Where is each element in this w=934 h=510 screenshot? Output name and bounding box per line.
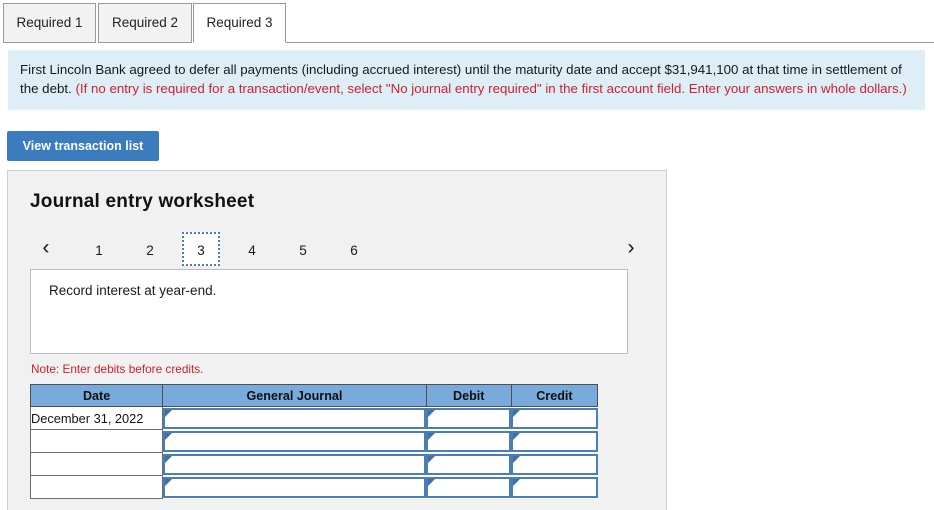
column-header-general-journal: General Journal xyxy=(162,384,427,407)
debits-before-credits-note: Note: Enter debits before credits. xyxy=(31,362,204,376)
tab-required-3[interactable]: Required 3 xyxy=(193,3,286,43)
credit-input-row-3[interactable] xyxy=(511,453,598,475)
account-select-row-2[interactable] xyxy=(163,430,427,452)
tab-required-1[interactable]: Required 1 xyxy=(3,3,96,43)
worksheet-page-1[interactable]: 1 xyxy=(80,232,118,266)
table-row xyxy=(29,452,598,476)
account-select-row-1[interactable] xyxy=(163,407,427,429)
instructions-text-warning: (If no entry is required for a transacti… xyxy=(75,81,907,96)
cell-debit-row-1[interactable] xyxy=(426,406,512,430)
cell-credit-row-2[interactable] xyxy=(511,429,598,453)
table-row xyxy=(29,475,598,499)
worksheet-page-2[interactable]: 2 xyxy=(131,232,169,266)
chevron-right-icon[interactable]: › xyxy=(618,232,644,266)
account-select-row-3[interactable] xyxy=(163,453,427,475)
view-transaction-list-button[interactable]: View transaction list xyxy=(7,131,159,161)
column-header-debit: Debit xyxy=(425,384,512,407)
cell-date-row-2[interactable] xyxy=(29,429,164,453)
table-row: December 31, 2022 xyxy=(29,406,598,430)
chevron-left-icon[interactable]: ‹ xyxy=(33,232,59,266)
cell-credit-row-3[interactable] xyxy=(511,452,598,476)
transaction-description-text: Record interest at year-end. xyxy=(49,283,217,298)
instructions-banner: First Lincoln Bank agreed to defer all p… xyxy=(8,50,925,110)
credit-input-row-1[interactable] xyxy=(511,407,598,429)
worksheet-page-4[interactable]: 4 xyxy=(233,232,271,266)
cell-debit-row-4[interactable] xyxy=(426,475,512,499)
cell-debit-row-3[interactable] xyxy=(426,452,512,476)
cell-credit-row-1[interactable] xyxy=(511,406,598,430)
tab-bar-underline xyxy=(286,42,934,43)
worksheet-page-6[interactable]: 6 xyxy=(335,232,373,266)
cell-general-journal-row-4[interactable] xyxy=(162,475,427,499)
account-select-row-4[interactable] xyxy=(163,476,427,498)
column-header-credit: Credit xyxy=(510,384,599,407)
transaction-description-box: Record interest at year-end. xyxy=(30,269,628,354)
debit-input-row-3[interactable] xyxy=(426,453,512,475)
worksheet-title: Journal entry worksheet xyxy=(30,191,255,212)
cell-date-row-4[interactable] xyxy=(29,475,164,499)
cell-debit-row-2[interactable] xyxy=(426,429,512,453)
cell-date-row-3[interactable] xyxy=(29,452,164,476)
journal-entry-table: Date General Journal Debit Credit Decemb… xyxy=(29,384,599,499)
credit-input-row-2[interactable] xyxy=(511,430,598,452)
worksheet-page-3[interactable]: 3 xyxy=(182,232,220,266)
cell-general-journal-row-1[interactable] xyxy=(162,406,427,430)
debit-input-row-2[interactable] xyxy=(426,430,512,452)
cell-date-row-1[interactable]: December 31, 2022 xyxy=(29,406,164,430)
table-row xyxy=(29,429,598,453)
journal-table-header-row: Date General Journal Debit Credit xyxy=(29,384,599,407)
cell-credit-row-4[interactable] xyxy=(511,475,598,499)
column-header-date: Date xyxy=(29,384,164,407)
tab-bar: Required 1 Required 2 Required 3 xyxy=(0,0,934,43)
cell-general-journal-row-3[interactable] xyxy=(162,452,427,476)
debit-input-row-4[interactable] xyxy=(426,476,512,498)
worksheet-pager: ‹ 1 2 3 4 5 6 › xyxy=(30,232,650,268)
worksheet-page-5[interactable]: 5 xyxy=(284,232,322,266)
journal-entry-worksheet-panel: Journal entry worksheet ‹ 1 2 3 4 5 6 › … xyxy=(7,170,667,510)
debit-input-row-1[interactable] xyxy=(426,407,512,429)
credit-input-row-4[interactable] xyxy=(511,476,598,498)
cell-general-journal-row-2[interactable] xyxy=(162,429,427,453)
tab-required-2[interactable]: Required 2 xyxy=(98,3,192,43)
